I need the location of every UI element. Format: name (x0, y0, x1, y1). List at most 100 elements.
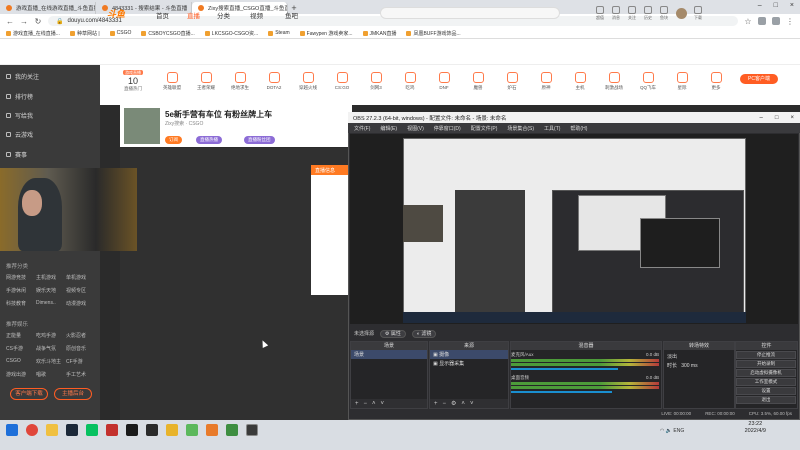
room-tag[interactable]: 直播热播 (196, 136, 222, 144)
close-icon[interactable]: × (790, 115, 794, 121)
category-item[interactable]: 星际 (668, 72, 696, 91)
category-item[interactable]: DNF (430, 72, 458, 90)
menu-file[interactable]: 文件(F) (354, 125, 370, 132)
forward-icon[interactable]: → (20, 17, 28, 26)
studio-mode-button[interactable]: 工作室模式 (736, 378, 796, 386)
sidebar-category[interactable]: 欢乐斗地主 (36, 358, 66, 365)
sidebar-category[interactable]: 单机游戏 (66, 274, 96, 281)
file-explorer-icon[interactable] (46, 424, 58, 436)
chrome-icon[interactable] (26, 424, 38, 436)
reload-icon[interactable]: ↻ (34, 17, 42, 26)
sidebar-category[interactable]: 动漫游戏 (66, 300, 96, 307)
wifi-icon[interactable]: ◠ (660, 428, 664, 434)
scene-item[interactable]: 场景 (351, 350, 427, 359)
sidebar-category[interactable]: 网游竞技 (6, 274, 36, 281)
remove-icon[interactable]: − (443, 401, 447, 407)
sidebar-category[interactable]: 科技教育 (6, 300, 36, 307)
sidebar-category[interactable]: 手游休闲 (6, 287, 36, 294)
sidebar-category[interactable]: CSGO (6, 358, 36, 365)
category-item[interactable]: 剑网3 (362, 72, 390, 91)
bookmark-item[interactable]: 游戏直播_在线直播... (6, 30, 60, 37)
sidebar-item-ranking[interactable]: 排行榜 (6, 92, 33, 101)
header-icon-coins[interactable]: 鱼块 (658, 6, 670, 21)
bookmark-item[interactable]: 种草网站 | (69, 30, 100, 37)
category-item[interactable]: 绝地求生 (226, 72, 254, 91)
browser-tab-active[interactable]: Zixy搜索直播_CSGO直播_斗鱼直播× (192, 2, 288, 14)
sidebar-category[interactable]: Dimens.. (36, 300, 66, 307)
sidebar-category[interactable]: 吃鸡手游 (36, 332, 66, 339)
virtual-camera-button[interactable]: 启动虚拟摄像机 (736, 369, 796, 377)
add-icon[interactable]: + (434, 401, 438, 407)
nav-fishbar[interactable]: 鱼吧 (285, 10, 298, 20)
sidebar-category[interactable]: 正能量 (6, 332, 36, 339)
app-icon[interactable] (106, 424, 118, 436)
remove-icon[interactable]: − (364, 401, 368, 407)
header-icon-download[interactable]: 下载 (692, 6, 704, 21)
category-item[interactable]: DOTA2 (260, 72, 288, 90)
category-item[interactable]: CS:GO (328, 72, 356, 90)
app-icon[interactable] (166, 424, 178, 436)
browser-tab[interactable]: 游戏直播_在线游戏直播_斗鱼直播× (0, 2, 96, 14)
menu-help[interactable]: 帮助(H) (570, 125, 587, 132)
app-icon[interactable] (206, 424, 218, 436)
sidebar-item-cloud-game[interactable]: 云游戏 (6, 130, 33, 139)
add-icon[interactable]: + (355, 401, 359, 407)
steam-icon[interactable] (66, 424, 78, 436)
sidebar-category[interactable]: CF手游 (66, 358, 96, 365)
menu-tools[interactable]: 工具(T) (544, 125, 560, 132)
up-icon[interactable]: ˄ (461, 401, 465, 407)
app-icon[interactable] (186, 424, 198, 436)
sidebar-category[interactable]: 游戏出游 (6, 371, 36, 378)
filters-button[interactable]: ◐ 滤镜 (411, 329, 437, 338)
volume-icon[interactable]: 🔈 (666, 428, 672, 434)
menu-profile[interactable]: 配置文件(P) (471, 125, 498, 132)
wechat-icon[interactable] (86, 424, 98, 436)
down-icon[interactable]: ˅ (470, 401, 474, 407)
input-language[interactable]: ENG (673, 428, 684, 434)
user-avatar[interactable] (676, 8, 687, 19)
sidebar-item-events[interactable]: 赛事 (6, 150, 27, 159)
star-icon[interactable]: ☆ (744, 17, 752, 26)
settings-button[interactable]: 设置 (736, 387, 796, 395)
csgo-icon[interactable] (126, 424, 138, 436)
sidebar-category[interactable]: 主机游戏 (36, 274, 66, 281)
client-download-button[interactable]: 客户端下载 (10, 388, 48, 400)
menu-docks[interactable]: 停靠窗口(D) (434, 125, 461, 132)
sidebar-category[interactable]: 唱歌 (36, 371, 66, 378)
category-item[interactable]: 更多 (702, 72, 730, 91)
sidebar-category[interactable]: 视频专区 (66, 287, 96, 294)
bookmark-item[interactable]: LKCSGO-CSGO资... (204, 30, 258, 37)
header-icon-history[interactable]: 历史 (642, 6, 654, 21)
subscribe-button[interactable]: 订阅 (165, 136, 182, 144)
bookmark-item[interactable]: 凤凰BUFF游戏饰品... (406, 30, 461, 37)
site-logo[interactable]: 斗鱼 (107, 7, 133, 19)
extension-icon[interactable] (772, 17, 780, 25)
transition-duration[interactable]: 时长 300 ms (664, 361, 734, 370)
category-item[interactable]: 魔兽 (464, 72, 492, 91)
category-hot-live[interactable]: 游戏直播 10 直播热门 (120, 69, 146, 92)
header-icon-messages[interactable]: 消息 (610, 6, 622, 21)
transition-select[interactable]: 淡出 (664, 352, 734, 361)
nav-live[interactable]: 直播 (187, 10, 200, 20)
start-icon[interactable] (6, 424, 18, 436)
sidebar-item-inbox[interactable]: 写给我 (6, 111, 33, 120)
maximize-icon[interactable]: □ (775, 115, 779, 121)
streamer-backend-button[interactable]: 主播后台 (54, 388, 92, 400)
down-icon[interactable]: ˅ (381, 401, 385, 407)
menu-scene-collection[interactable]: 场景集合(S) (507, 125, 534, 132)
volume-slider[interactable] (511, 368, 618, 370)
category-item[interactable]: 王者荣耀 (192, 72, 220, 91)
nav-home[interactable]: 首页 (156, 10, 169, 20)
category-item[interactable]: 原神 (532, 72, 560, 91)
sidebar-category[interactable]: 原创音乐 (66, 345, 96, 352)
sidebar-category[interactable]: 娱乐天地 (36, 287, 66, 294)
category-item[interactable]: 穿越火线 (294, 72, 322, 91)
bookmark-item[interactable]: CSGO (109, 30, 131, 36)
start-recording-button[interactable]: 开始录制 (736, 360, 796, 368)
bookmark-item[interactable]: Steam (268, 30, 290, 36)
maximize-icon[interactable]: □ (774, 2, 778, 9)
properties-button[interactable]: ⚙ 属性 (380, 329, 406, 338)
up-icon[interactable]: ˄ (372, 401, 376, 407)
obs-icon[interactable] (246, 424, 258, 436)
extension-icon[interactable] (758, 17, 766, 25)
